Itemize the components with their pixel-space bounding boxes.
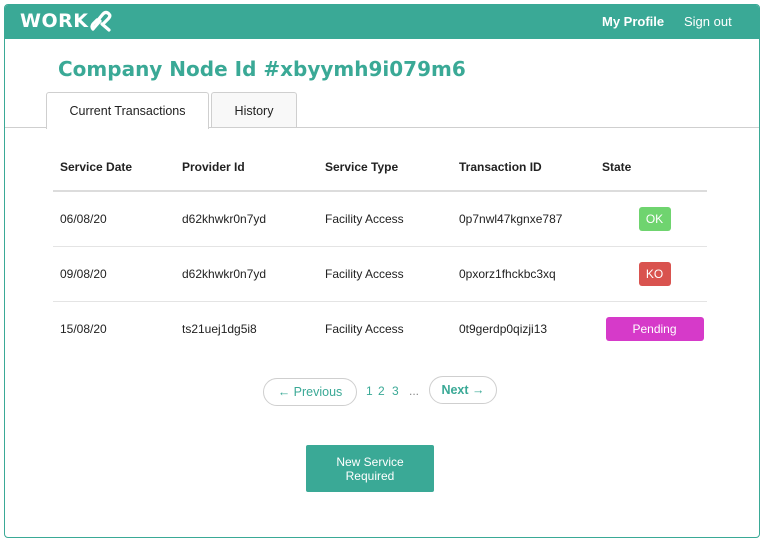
header-service-date: Service Date [53,143,175,192]
cell-provider-id: ts21uej1dg5i8 [182,321,257,336]
cell-service-type: Facility Access [318,191,452,247]
table-header-row: Service Date Provider Id Service Type Tr… [53,143,707,192]
sign-out-link[interactable]: Sign out [684,14,732,29]
logo-text: WORK [20,10,89,32]
page-1-link[interactable]: 1 [366,384,373,398]
cell-service-date: 15/08/20 [60,321,107,336]
cell-provider-id: d62khwkr0n7yd [175,246,318,302]
tab-history[interactable]: History [211,92,297,128]
cell-state: KO [602,246,707,302]
tab-label: History [234,103,274,118]
page-3-link[interactable]: 3 [392,384,399,398]
cell-service-date: 09/08/20 [53,246,175,302]
logo[interactable]: WORK [20,10,113,32]
cell-transaction-id: 0pxorz1fhckbc3xq [452,246,602,302]
cell-state: OK [602,191,707,247]
cell-provider-id: d62khwkr0n7yd [175,191,318,247]
table-row[interactable]: 06/08/20 d62khwkr0n7yd Facility Access 0… [53,191,707,247]
cell-service-type: Facility Access [318,246,452,302]
cell-state: Pending [602,301,707,356]
status-badge-ok: OK [638,206,671,231]
page-title: Company Node Id #xbyymh9i079m6 [58,57,466,81]
table-row[interactable]: 15/08/20 ts21uej1dg5i8 Facility Access 0… [53,301,707,356]
next-page-button[interactable]: Next → [429,376,497,404]
app-frame: WORK My Profile Sign out Company Node Id… [4,4,760,538]
top-bar: WORK My Profile Sign out [5,5,759,39]
tab-current-transactions[interactable]: Current Transactions [46,92,209,129]
header-state: State [602,143,707,192]
header-transaction-id: Transaction ID [452,143,602,192]
transactions-table: Service Date Provider Id Service Type Tr… [53,143,707,356]
my-profile-link[interactable]: My Profile [602,14,664,29]
status-badge-pending: Pending [605,316,704,341]
page-2-link[interactable]: 2 [378,384,385,398]
status-badge-ko: KO [638,261,671,286]
cell-service-type: Facility Access [325,321,404,336]
previous-page-button[interactable]: ← Previous [263,378,357,406]
cell-transaction-id: 0t9gerdp0qizji13 [459,321,548,336]
header-provider-id: Provider Id [175,143,318,192]
page-ellipsis: ... [409,384,420,398]
cell-transaction-id: 0p7nwl47kgnxe787 [452,191,602,247]
new-service-required-button[interactable]: New Service Required [306,445,434,492]
header-service-type: Service Type [318,143,452,192]
chain-link-k-icon [90,10,112,32]
tab-label: Current Transactions [69,104,186,118]
pagination: ← Previous 1 2 3 ... Next → [5,376,759,406]
cell-service-date: 06/08/20 [53,191,175,247]
table-row[interactable]: 09/08/20 d62khwkr0n7yd Facility Access 0… [53,246,707,302]
